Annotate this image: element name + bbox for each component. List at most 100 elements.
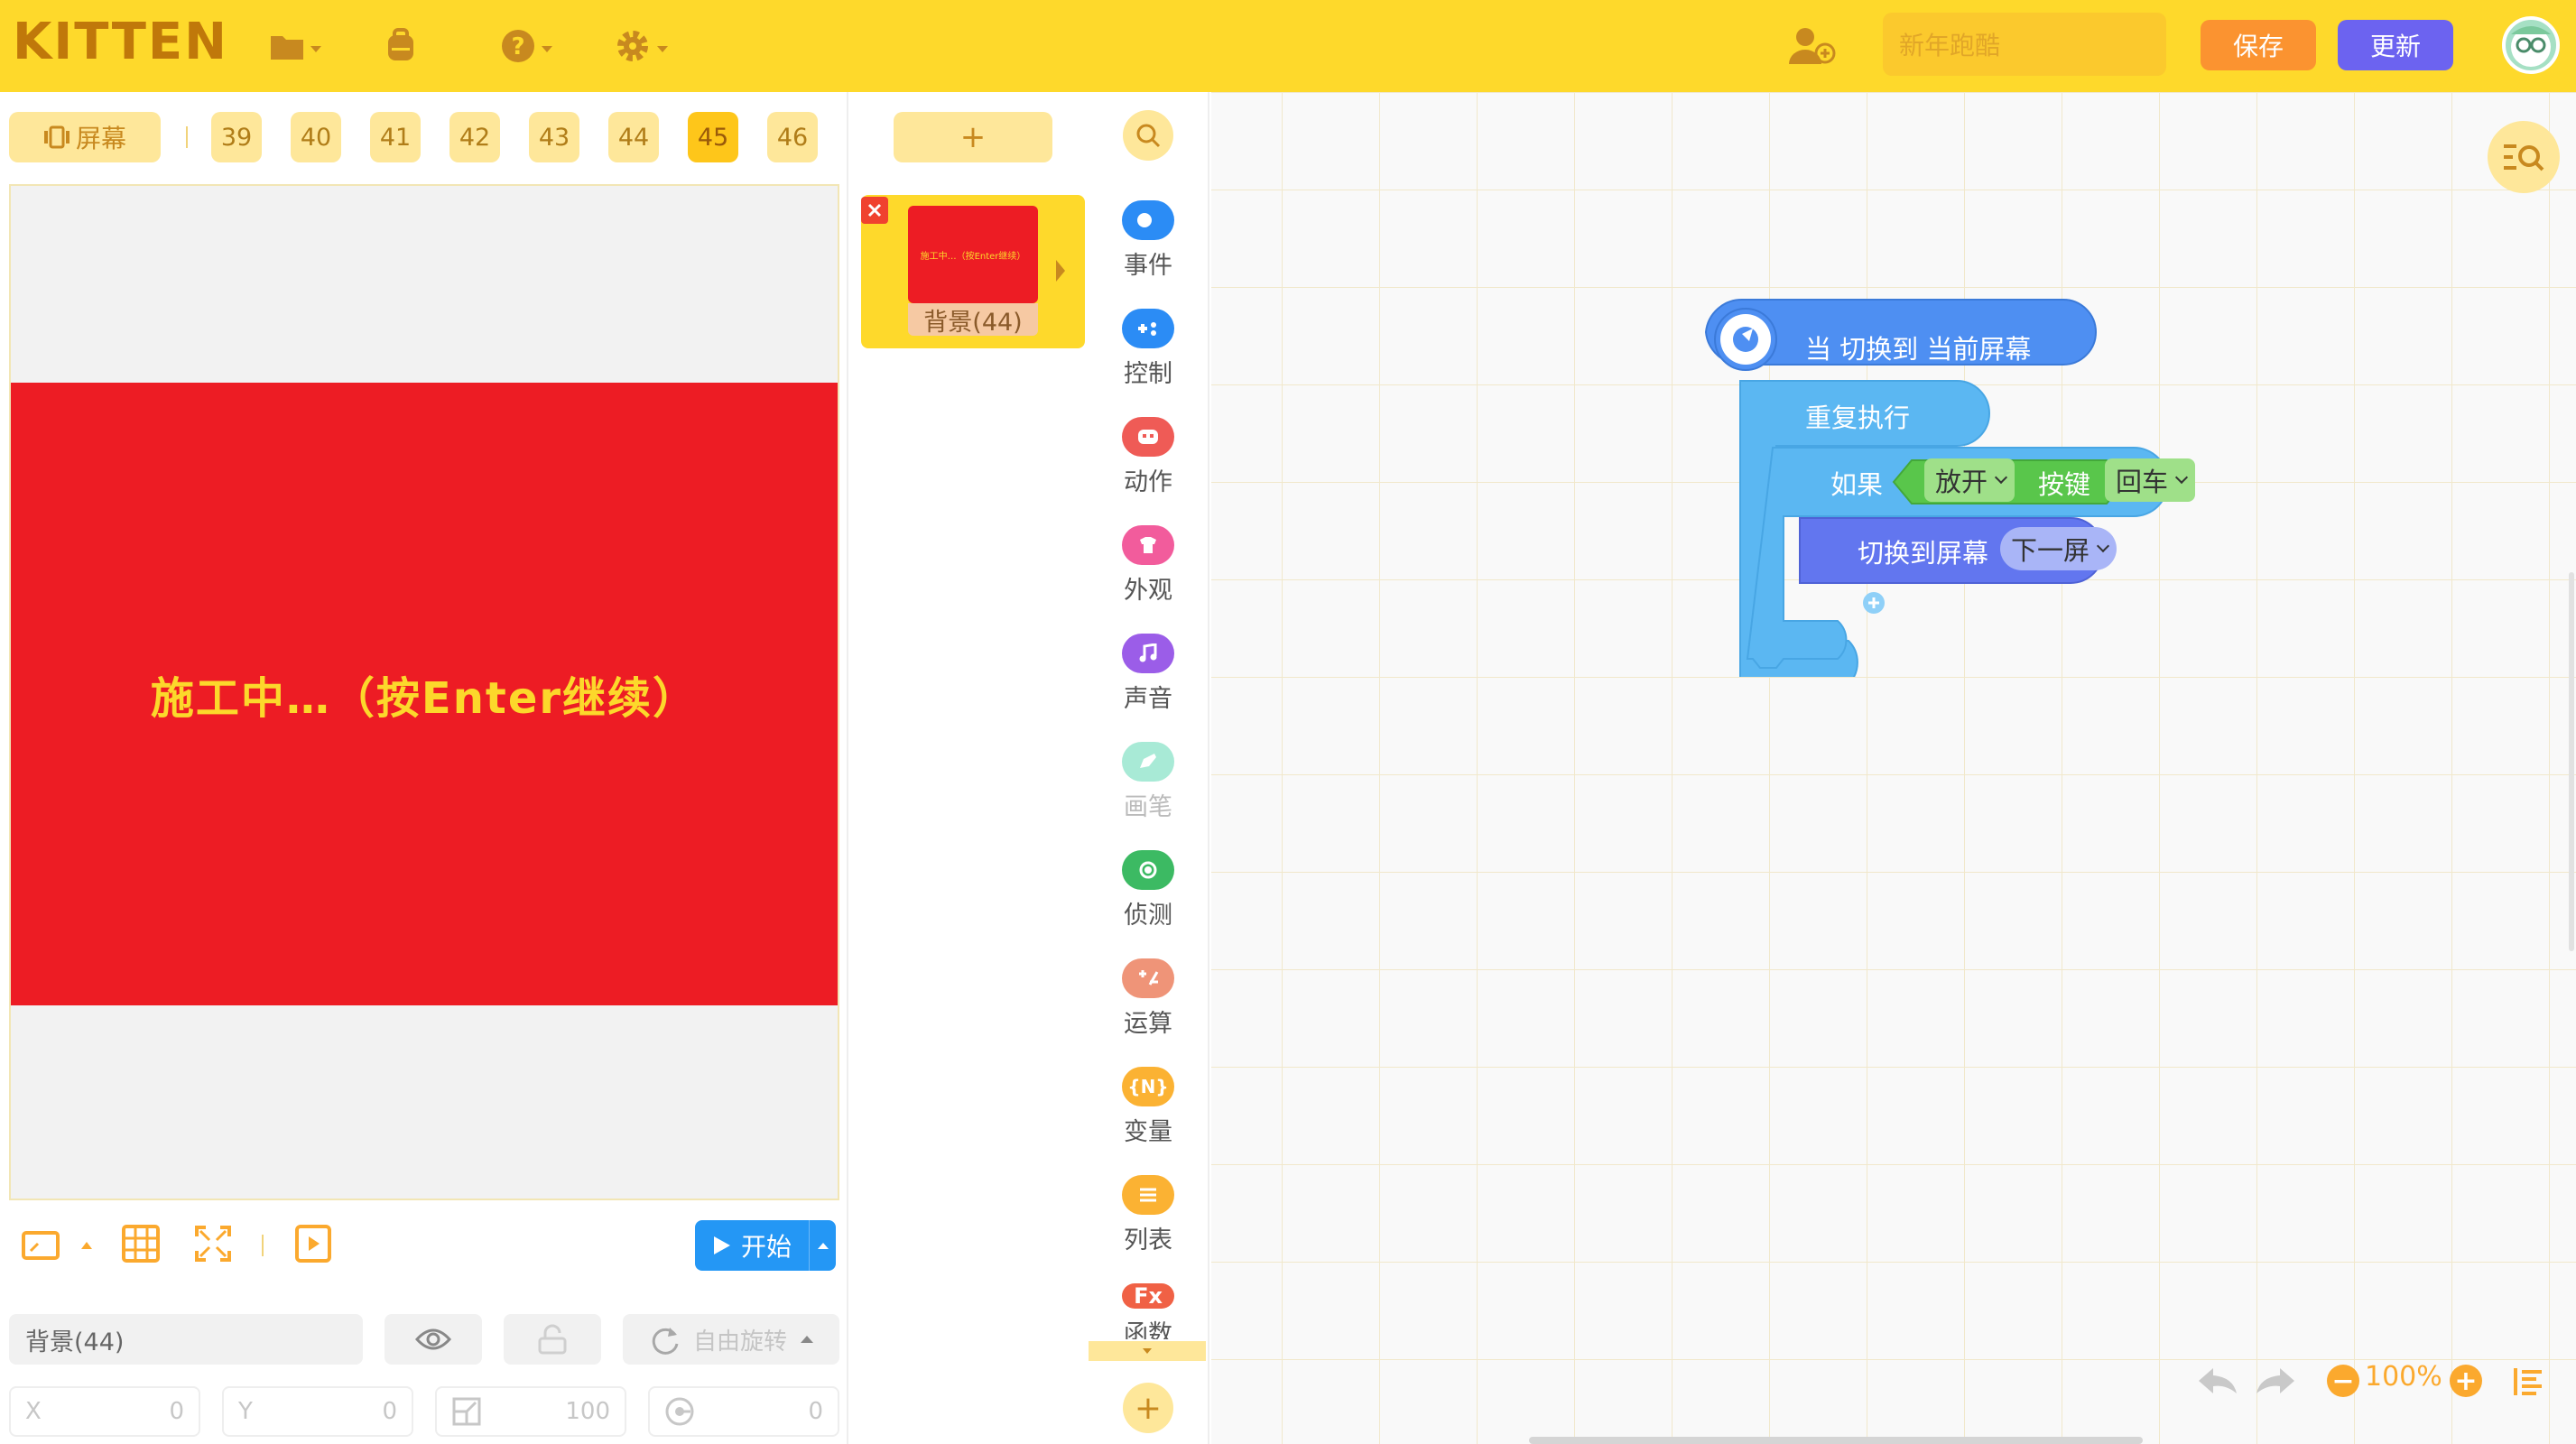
category-operator[interactable]: 运算 — [1087, 958, 1209, 1039]
scene-tab-44[interactable]: 44 — [608, 112, 659, 162]
settings-menu-button[interactable] — [614, 23, 668, 69]
size-icon — [452, 1397, 481, 1426]
stage-canvas[interactable]: 施工中…（按Enter继续） — [11, 383, 838, 1005]
key-state-dropdown[interactable]: 放开 — [1924, 458, 2015, 502]
direction-icon — [665, 1397, 694, 1426]
zoom-in-button[interactable]: + — [2450, 1365, 2482, 1397]
switch-target-dropdown[interactable]: 下一屏 — [2000, 527, 2117, 570]
key-value-dropdown[interactable]: 回车 — [2105, 458, 2196, 502]
update-button[interactable]: 更新 — [2338, 20, 2453, 70]
if-block-label: 如果 — [1830, 469, 1884, 500]
code-workspace[interactable] — [1211, 92, 2576, 1444]
list-icon — [1122, 1175, 1174, 1215]
x-value: 0 — [169, 1398, 184, 1425]
category-scroll-down[interactable] — [1089, 1341, 1206, 1361]
scene-tab-42[interactable]: 42 — [449, 112, 500, 162]
sprite-thumbnail: 施工中…（按Enter继续） — [908, 206, 1038, 303]
project-name-input[interactable]: 新年跑酷 — [1883, 13, 2166, 76]
scene-tab-45[interactable]: 45 — [688, 112, 738, 162]
sprite-thumbnail-text: 施工中…（按Enter继续） — [920, 251, 1026, 262]
start-button[interactable]: 开始 — [695, 1220, 836, 1271]
chevron-down-icon — [657, 45, 668, 52]
category-label: 声音 — [1124, 685, 1172, 713]
add-user-icon — [1789, 28, 1836, 64]
pen-icon — [1122, 742, 1174, 782]
switch-screen-label: 切换到屏幕 — [1858, 538, 1989, 569]
delete-sprite-button[interactable] — [861, 197, 888, 224]
block-search-button[interactable] — [1123, 110, 1173, 161]
fullscreen-icon[interactable] — [193, 1224, 233, 1264]
chevron-down-icon — [310, 45, 321, 52]
scene-tab-39[interactable]: 39 — [211, 112, 262, 162]
workspace-find-button[interactable] — [2488, 121, 2560, 193]
category-function[interactable]: Fx 函数 — [1087, 1283, 1209, 1339]
chevron-down-icon — [542, 45, 552, 52]
workspace-scrollbar-horizontal[interactable] — [1529, 1437, 2143, 1444]
sensing-icon — [1122, 850, 1174, 890]
add-sprite-button[interactable]: + — [894, 112, 1052, 162]
x-field[interactable]: X 0 — [9, 1386, 200, 1437]
redo-icon[interactable] — [2253, 1361, 2298, 1401]
size-field[interactable]: 100 — [435, 1386, 626, 1437]
operator-icon — [1122, 958, 1174, 998]
category-sensing[interactable]: 侦测 — [1087, 850, 1209, 930]
category-label: 画笔 — [1124, 793, 1172, 821]
category-event[interactable]: 事件 — [1087, 200, 1209, 281]
play-mode-icon[interactable] — [294, 1224, 332, 1264]
add-collaborator-button[interactable] — [1787, 23, 1838, 69]
scene-tab-46[interactable]: 46 — [767, 112, 818, 162]
screen-toggle-button[interactable]: 屏幕 — [9, 112, 161, 162]
start-main[interactable]: 开始 — [695, 1227, 809, 1264]
find-icon — [2504, 144, 2544, 171]
rotation-label: 自由旋转 — [692, 1328, 787, 1356]
start-options-button[interactable] — [809, 1220, 836, 1271]
start-label: 开始 — [740, 1232, 792, 1262]
sprite-name-field[interactable]: 背景(44) — [9, 1314, 363, 1365]
app-logo: KITTEN — [13, 13, 229, 71]
zoom-level: 100% — [2365, 1361, 2442, 1393]
category-motion[interactable]: 动作 — [1087, 417, 1209, 497]
category-variable[interactable]: {N} 变量 — [1087, 1067, 1209, 1147]
category-label: 动作 — [1124, 468, 1172, 496]
category-pen[interactable]: 画笔 — [1087, 742, 1209, 822]
chevron-down-icon — [1994, 470, 2008, 485]
rotate-icon — [652, 1328, 679, 1355]
scene-tab-40[interactable]: 40 — [291, 112, 341, 162]
key-value: 回车 — [2116, 467, 2169, 497]
scene-tab-41[interactable]: 41 — [370, 112, 421, 162]
direction-field[interactable]: 0 — [648, 1386, 839, 1437]
scene-tab-43[interactable]: 43 — [529, 112, 579, 162]
direction-value: 0 — [808, 1398, 823, 1425]
grid-icon[interactable] — [121, 1224, 161, 1264]
stage-size-button[interactable] — [20, 1224, 94, 1269]
undo-icon[interactable] — [2195, 1361, 2240, 1401]
arrange-blocks-icon[interactable] — [2513, 1366, 2544, 1397]
divider — [262, 1235, 264, 1256]
category-list[interactable]: 列表 — [1087, 1175, 1209, 1255]
sound-icon — [1122, 634, 1174, 673]
category-control[interactable]: 控制 — [1087, 309, 1209, 389]
backpack-button[interactable] — [383, 23, 419, 69]
x-label: X — [25, 1398, 42, 1425]
add-extension-button[interactable]: + — [1123, 1383, 1173, 1433]
function-icon: Fx — [1122, 1283, 1174, 1309]
file-menu-button[interactable] — [269, 23, 321, 69]
category-looks[interactable]: 外观 — [1087, 525, 1209, 606]
help-menu-button[interactable]: ? — [500, 23, 552, 69]
visibility-toggle[interactable] — [385, 1314, 482, 1365]
rotation-mode-select[interactable]: 自由旋转 — [623, 1314, 839, 1365]
repeat-block-label: 重复执行 — [1805, 403, 1911, 433]
save-button[interactable]: 保存 — [2201, 20, 2316, 70]
sprite-expand-icon[interactable] — [1056, 260, 1065, 282]
zoom-out-button[interactable]: − — [2327, 1365, 2359, 1397]
size-value: 100 — [565, 1398, 610, 1425]
lock-toggle[interactable] — [504, 1314, 601, 1365]
y-label: Y — [238, 1398, 253, 1425]
workspace-scrollbar-vertical[interactable] — [2569, 572, 2574, 951]
y-value: 0 — [382, 1398, 397, 1425]
category-label: 变量 — [1124, 1118, 1172, 1146]
variable-icon: {N} — [1122, 1067, 1174, 1106]
avatar[interactable] — [2502, 16, 2560, 74]
category-sound[interactable]: 声音 — [1087, 634, 1209, 714]
y-field[interactable]: Y 0 — [222, 1386, 413, 1437]
